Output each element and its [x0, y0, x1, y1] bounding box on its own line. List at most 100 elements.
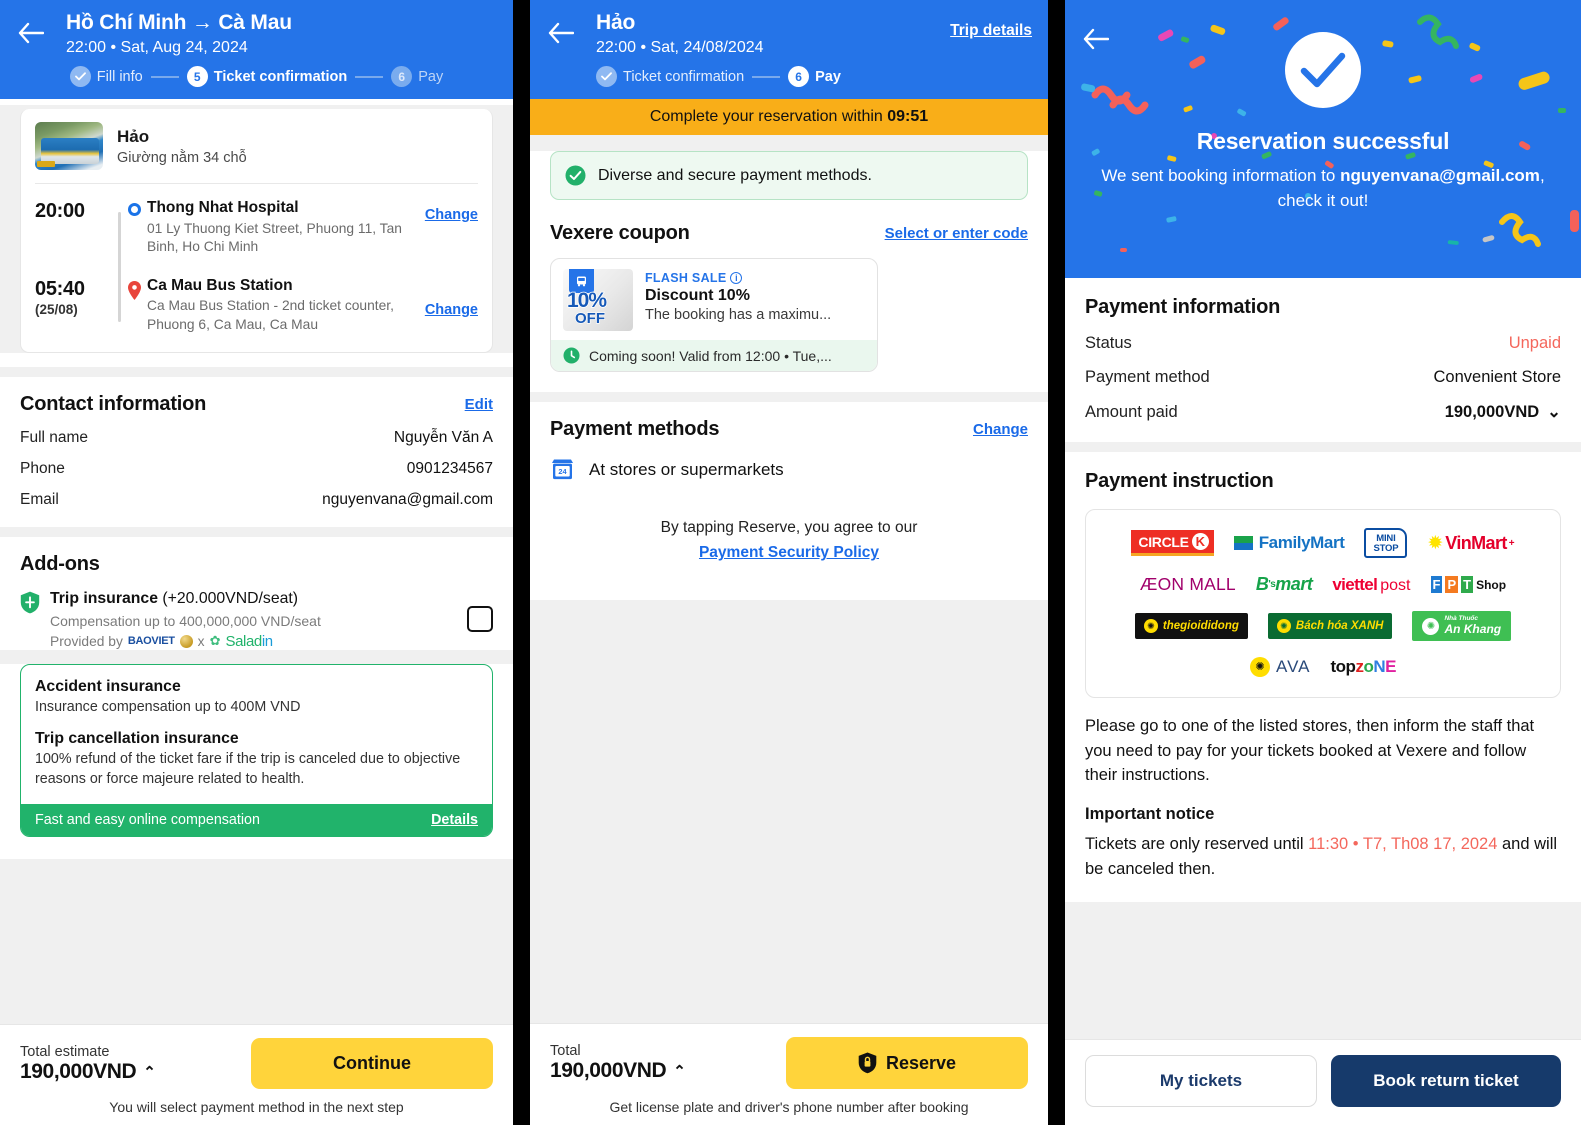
operator-name: Hảo	[117, 126, 150, 146]
destination-pin-icon	[121, 276, 147, 301]
coupon-off-label: OFF	[574, 310, 605, 328]
edit-contact-link[interactable]: Edit	[465, 396, 493, 413]
progress-stepper: Fill info 5 Ticket confirmation 6 Pay	[16, 66, 497, 88]
change-origin-link[interactable]: Change	[425, 198, 478, 223]
back-arrow-icon[interactable]	[544, 16, 578, 50]
panel2-bottom-bar: Total 190,000VND ⌃ Reserve Get license pl…	[530, 1023, 1048, 1125]
status-row: Status Unpaid	[1085, 334, 1561, 353]
my-tickets-button[interactable]: My tickets	[1085, 1055, 1317, 1107]
step-number: 6	[788, 66, 810, 88]
origin-name: Thong Nhat Hospital	[147, 199, 299, 217]
insurance-compensation: Compensation up to 400,000,000 VND/seat	[50, 612, 321, 629]
success-title: Reservation successful	[1196, 128, 1450, 154]
step-ticket-confirmation[interactable]: 5 Ticket confirmation	[186, 66, 347, 88]
store-logo-row: ÆON MALL B's mart viettel post F P T Shop	[1096, 574, 1550, 595]
flash-sale-label: FLASH SALE	[645, 271, 727, 286]
origin-time: 20:00	[35, 200, 85, 223]
step-pay[interactable]: 6 Pay	[788, 66, 841, 88]
expand-caret-icon[interactable]: ⌃	[673, 1062, 686, 1080]
payment-security-policy-link[interactable]: Payment Security Policy	[550, 541, 1028, 566]
expand-caret-icon[interactable]: ⌃	[143, 1063, 156, 1081]
panel1-bottom-bar: Total estimate 190,000VND ⌃ Continue You …	[0, 1024, 513, 1125]
store-icon: 24	[552, 459, 573, 480]
svg-text:24: 24	[558, 467, 567, 476]
trip-insurance-row[interactable]: Trip insurance (+20.000VND/seat) Compens…	[20, 590, 493, 650]
fpt-shop-logo: F P T Shop	[1430, 576, 1507, 594]
amount-paid-row[interactable]: Amount paid 190,000VND ⌄	[1085, 402, 1561, 422]
continue-button[interactable]: Continue	[251, 1038, 493, 1089]
step-number: 5	[186, 66, 208, 88]
payment-information-title: Payment information	[1085, 296, 1281, 318]
booking-note: Get license plate and driver's phone num…	[609, 1099, 969, 1115]
info-icon[interactable]: i	[730, 272, 743, 285]
payment-method-label: Payment method	[1085, 368, 1210, 386]
step-fill-info[interactable]: Fill info	[69, 66, 143, 88]
coupon-card[interactable]: 10% OFF FLASH SALE i Discount 10% The bo…	[550, 258, 878, 373]
section-divider	[1065, 442, 1581, 452]
destination-address: Ca Mau Bus Station - 2nd ticket counter,…	[147, 298, 394, 332]
insurance-details-wrap: Accident insurance Insurance compensatio…	[0, 663, 513, 860]
trip-summary-card: Hảo Giường nằm 34 chỗ 20:00 Thong Nhat H…	[20, 109, 493, 353]
step-ticket-confirmation[interactable]: Ticket confirmation	[596, 66, 744, 88]
total-label: Total	[550, 1043, 581, 1059]
step-number: 6	[391, 66, 413, 88]
contact-information-section: Contact information Edit Full name Nguyễ…	[0, 376, 513, 527]
panel1-scroll-area[interactable]: Hảo Giường nằm 34 chỗ 20:00 Thong Nhat H…	[0, 99, 513, 1024]
clock-icon	[563, 347, 580, 364]
circle-k-logo: CIRCLE K	[1131, 530, 1214, 557]
provided-by-label: Provided by	[50, 633, 123, 649]
cancellation-insurance-desc: 100% refund of the ticket fare if the tr…	[35, 751, 461, 787]
selected-payment-method-row[interactable]: 24 At stores or supermarkets	[550, 457, 1028, 482]
store-logo-row: ✺ thegioididong ✺ Bách hóa XANH ✺ Nhà Thuốc…	[1096, 611, 1550, 641]
select-coupon-link[interactable]: Select or enter code	[885, 225, 1028, 242]
progress-stepper: Ticket confirmation 6 Pay	[546, 66, 1032, 88]
bus-operator-row[interactable]: Hảo Giường nằm 34 chỗ	[21, 109, 492, 183]
insurance-footer-text: Fast and easy online compensation	[35, 812, 260, 829]
bach-hoa-xanh-logo: ✺ Bách hóa XANH	[1267, 613, 1393, 640]
trip-insurance-checkbox[interactable]	[467, 605, 493, 632]
panel3-header: Reservation successful We sent booking i…	[1065, 0, 1581, 278]
store-logo-row: ✺ AVA top z o N E	[1096, 656, 1550, 677]
destination-date: (25/08)	[35, 302, 78, 318]
reserve-button[interactable]: Reserve	[786, 1037, 1028, 1089]
ava-logo: ✺ AVA	[1250, 656, 1311, 677]
notice-deadline: 11:30 • T7, Th08 17, 2024	[1308, 835, 1498, 854]
payment-information-section: Payment information Status Unpaid Paymen…	[1065, 278, 1581, 442]
agreement-text: By tapping Reserve, you agree to our	[660, 519, 918, 537]
trip-details-link[interactable]: Trip details	[950, 22, 1032, 40]
status-badge: Unpaid	[1508, 334, 1561, 352]
step-pay[interactable]: 6 Pay	[391, 66, 444, 88]
check-circle-icon	[1285, 32, 1361, 108]
destination-time-block: 05:40 (25/08)	[35, 276, 121, 317]
back-arrow-icon[interactable]	[14, 16, 48, 50]
insurance-details-link[interactable]: Details	[431, 812, 478, 828]
store-logos-box: CIRCLE K FamilyMart MINI STOP ✹ VinMart + ÆO…	[1085, 509, 1561, 698]
change-destination-link[interactable]: Change	[425, 276, 478, 318]
payment-method-row: Payment method Convenient Store	[1085, 368, 1561, 387]
phone-value: 0901234567	[406, 459, 493, 477]
panel3-scroll-area[interactable]: Payment information Status Unpaid Paymen…	[1065, 278, 1581, 1039]
step-connector	[752, 75, 781, 78]
book-return-ticket-button[interactable]: Book return ticket	[1331, 1055, 1561, 1107]
payment-methods-section: Payment methods Change 24 At stores or s…	[530, 402, 1048, 600]
stop-destination: 05:40 (25/08) Ca Mau Bus Station Ca Mau …	[35, 276, 478, 334]
addons-section: Add-ons Trip insurance (+20.000VND/seat)…	[0, 536, 513, 650]
step-label: Pay	[418, 68, 444, 85]
chevron-down-icon[interactable]: ⌄	[1547, 402, 1561, 422]
contact-row-email: Email nguyenvana@gmail.com	[20, 491, 493, 509]
an-khang-logo: ✺ Nhà Thuốc An Khang	[1412, 611, 1512, 641]
thegioididong-logo: ✺ thegioididong	[1134, 613, 1248, 640]
instruction-body: Please go to one of the listed stores, t…	[1085, 716, 1535, 785]
contact-row-phone: Phone 0901234567	[20, 460, 493, 478]
panel2-scroll-area[interactable]: Diverse and secure payment methods. Vexe…	[530, 135, 1048, 1023]
change-payment-method-link[interactable]: Change	[973, 421, 1028, 438]
secure-payment-notice: Diverse and secure payment methods.	[550, 151, 1028, 201]
vinmart-logo: ✹ VinMart +	[1427, 532, 1515, 554]
coupon-discount-title: Discount 10%	[645, 287, 750, 305]
payment-method-value: Convenient Store	[1433, 368, 1562, 386]
timer-value: 09:51	[887, 108, 929, 126]
important-notice-body: Tickets are only reserved until 11:30 • …	[1085, 832, 1561, 882]
total-estimate-label: Total estimate	[20, 1043, 110, 1060]
section-divider	[1065, 901, 1581, 912]
panel1-header: Hồ Chí Minh → Cà Mau 22:00 • Sat, Aug 24…	[0, 0, 513, 100]
